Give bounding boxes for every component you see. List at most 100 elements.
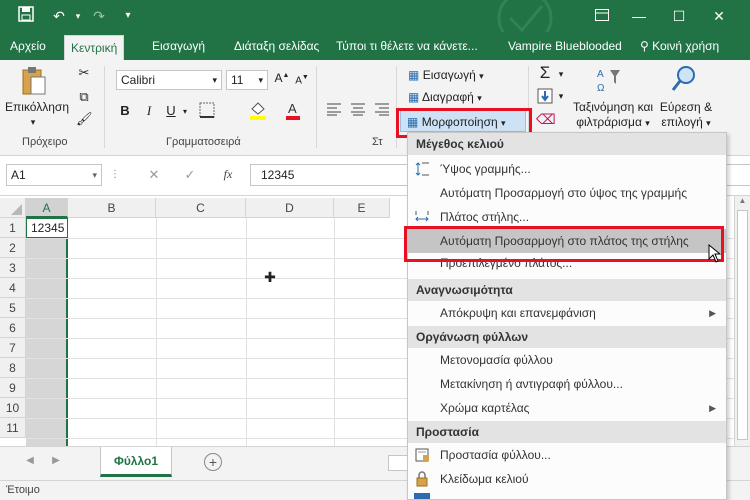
sheet-tab-active[interactable]: Φύλλο1 [100, 447, 172, 477]
column-header-a[interactable]: A [26, 198, 68, 218]
format-painter-icon[interactable]: 🖌 [76, 112, 93, 125]
row-header-6[interactable]: 6 [0, 318, 26, 338]
row-header-10[interactable]: 10 [0, 398, 26, 418]
clear-icon[interactable]: ⌫ [536, 112, 556, 126]
paste-dropdown-icon[interactable]: ▾ [26, 118, 40, 127]
menu-item-tab-color[interactable]: Χρώμα καρτέλας ▶ [408, 396, 726, 420]
copy-icon[interactable]: ⧉ [76, 90, 92, 103]
find-select-button[interactable]: Εύρεση & επιλογή ▾ [654, 100, 718, 131]
delete-cells-label: Διαγραφή [422, 90, 474, 104]
cut-icon[interactable]: ✂ [76, 66, 92, 79]
scroll-right-icon[interactable]: ▶ [50, 456, 62, 466]
customize-toolbar-icon[interactable]: ▾ [120, 6, 136, 26]
column-header-e[interactable]: E [334, 198, 390, 218]
align-left-icon[interactable] [326, 102, 342, 118]
sort-filter-icon[interactable]: AΩ [596, 66, 622, 94]
delete-cells-icon: ▦ [408, 90, 420, 104]
vertical-scrollbar[interactable]: ▲ [734, 196, 750, 446]
bold-button[interactable]: B [118, 104, 132, 117]
paste-icon[interactable] [20, 66, 48, 98]
status-ready: Έτοιμο [6, 484, 40, 496]
tell-me-box[interactable]: Τύποι τι θέλετε να κάνετε... [336, 32, 478, 60]
row-header-3[interactable]: 3 [0, 258, 26, 278]
menu-item-lock-cell[interactable]: Κλείδωμα κελιού [408, 467, 726, 491]
share-label: Κοινή χρήση [652, 39, 720, 53]
scroll-left-icon[interactable]: ◀ [24, 456, 36, 466]
redo-icon[interactable]: ↷ [88, 6, 110, 26]
close-button[interactable]: ✕ [702, 4, 736, 28]
menu-item-autofit-row[interactable]: Αυτόματη Προσαρμογή στο ύψος της γραμμής [408, 181, 726, 205]
menu-label: Πλάτος στήλης... [440, 210, 530, 224]
menu-item-move-copy[interactable]: Μετακίνηση ή αντιγραφή φύλλου... [408, 372, 726, 396]
cell-cursor-icon: ✚ [264, 269, 276, 285]
name-box[interactable]: A1 ▾ [6, 164, 102, 186]
scrollbar-thumb[interactable] [737, 210, 748, 440]
column-header-d[interactable]: D [246, 198, 334, 218]
scroll-up-icon[interactable]: ▲ [735, 196, 750, 205]
row-header-11[interactable]: 11 [0, 418, 26, 438]
chevron-down-icon[interactable]: ▾ [556, 70, 566, 79]
column-header-b[interactable]: B [68, 198, 156, 218]
row-header-2[interactable]: 2 [0, 238, 26, 258]
align-right-icon[interactable] [374, 102, 390, 118]
user-icon: ⚲ [640, 39, 649, 53]
maximize-button[interactable]: ☐ [662, 4, 696, 28]
highlight-frame-autofit [404, 226, 724, 262]
column-header-c[interactable]: C [156, 198, 246, 218]
font-name-select[interactable]: Calibri ▾ [116, 70, 222, 90]
row-header-4[interactable]: 4 [0, 278, 26, 298]
gridline [334, 218, 335, 446]
undo-icon[interactable]: ↶ [48, 6, 70, 26]
menu-item-hide-unhide[interactable]: Απόκρυψη και επανεμφάνιση ▶ [408, 301, 726, 325]
share-button[interactable]: ⚲ Κοινή χρήση [640, 32, 719, 60]
ribbon-display-icon[interactable] [585, 4, 619, 28]
delete-cells-button[interactable]: ▦ Διαγραφή ▾ [408, 88, 482, 106]
menu-item-rename-sheet[interactable]: Μετονομασία φύλλου [408, 348, 726, 372]
menu-item-protect-sheet[interactable]: Προστασία φύλλου... [408, 443, 726, 467]
increase-font-icon[interactable]: A▲ [274, 72, 290, 84]
undo-dropdown-icon[interactable]: ▾ [72, 6, 84, 26]
row-header-9[interactable]: 9 [0, 378, 26, 398]
underline-button[interactable]: U [164, 104, 178, 117]
menu-header-organize: Οργάνωση φύλλων [408, 326, 726, 348]
minimize-button[interactable]: — [622, 4, 656, 28]
chevron-down-icon: ▾ [258, 75, 263, 85]
svg-text:Ω: Ω [597, 83, 605, 94]
align-center-icon[interactable] [350, 102, 366, 118]
lock-icon [414, 471, 430, 487]
cancel-entry-icon[interactable]: ✕ [146, 168, 162, 181]
borders-icon[interactable] [198, 102, 216, 120]
row-header-7[interactable]: 7 [0, 338, 26, 358]
row-header-1[interactable]: 1 [0, 218, 26, 238]
menu-item-row-height[interactable]: Ύψος γραμμής... [408, 157, 726, 181]
tab-page-layout[interactable]: Διάταξη σελίδας [234, 32, 319, 60]
font-color-icon[interactable]: A [284, 100, 302, 122]
chevron-down-icon[interactable]: ▾ [180, 108, 190, 116]
row-header-5[interactable]: 5 [0, 298, 26, 318]
autosum-icon[interactable]: Σ [536, 64, 554, 81]
user-name[interactable]: Vampire Blueblooded [508, 32, 622, 60]
tab-insert[interactable]: Εισαγωγή [152, 32, 205, 60]
italic-button[interactable]: I [142, 104, 156, 117]
chevron-down-icon: ▾ [479, 71, 484, 81]
paste-button[interactable]: Επικόλληση [5, 100, 69, 114]
protect-sheet-icon [414, 447, 430, 463]
cell-a1[interactable]: 12345 [26, 218, 68, 238]
tab-home[interactable]: Κεντρική [64, 35, 125, 60]
row-header-8[interactable]: 8 [0, 358, 26, 378]
fill-color-icon[interactable] [248, 100, 268, 122]
tab-file[interactable]: Αρχείο [10, 32, 46, 60]
insert-cells-button[interactable]: ▦ Εισαγωγή ▾ [408, 66, 484, 84]
magnifier-icon[interactable] [670, 64, 698, 94]
fill-icon[interactable] [536, 88, 554, 106]
chevron-down-icon: ▾ [212, 75, 217, 85]
font-size-select[interactable]: 11 ▾ [226, 70, 268, 90]
confirm-entry-icon[interactable]: ✓ [182, 168, 198, 181]
decrease-font-icon[interactable]: A▼ [294, 74, 310, 86]
save-icon[interactable] [16, 6, 36, 26]
select-all-corner[interactable] [0, 198, 26, 218]
chevron-down-icon[interactable]: ▾ [556, 92, 566, 101]
sort-filter-button[interactable]: Ταξινόμηση και φιλτράρισμα ▾ [570, 100, 656, 131]
insert-function-button[interactable]: fx [218, 168, 238, 180]
add-sheet-button[interactable]: + [204, 453, 222, 471]
